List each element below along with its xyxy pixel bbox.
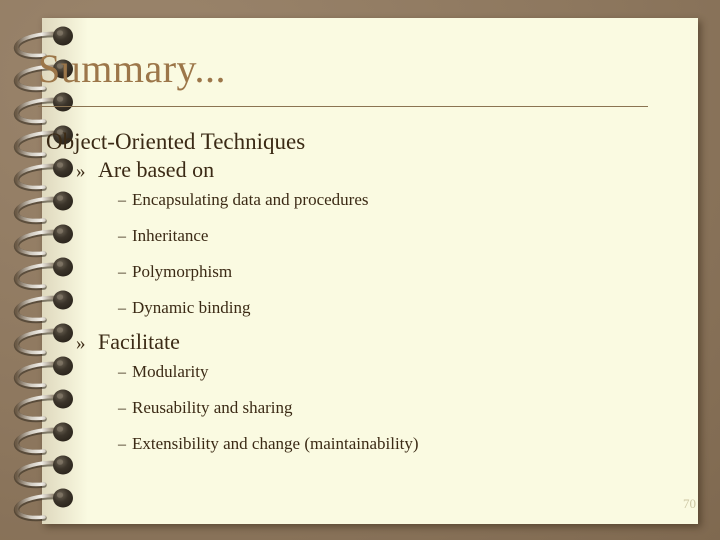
dash-bullet-icon: – <box>118 228 126 245</box>
list-item-text: Dynamic binding <box>132 298 251 317</box>
section-heading-facilitate: » Facilitate <box>46 329 646 354</box>
list-item-text: Modularity <box>132 362 209 381</box>
list-item: – Polymorphism <box>46 263 646 281</box>
section-items-are-based-on: – Encapsulating data and procedures – Inhe… <box>46 191 646 317</box>
list-item-text: Polymorphism <box>132 262 233 281</box>
body-heading: Object-Oriented Techniques <box>46 129 306 154</box>
list-item-text: Inheritance <box>132 226 209 245</box>
list-item-text: Encapsulating data and procedures <box>132 190 369 209</box>
list-item: – Inheritance <box>46 227 646 245</box>
title-divider <box>38 106 648 107</box>
title-block: Summary... <box>38 48 638 90</box>
section-heading-are-based-on: » Are based on <box>46 157 646 182</box>
dash-bullet-icon: – <box>118 264 126 281</box>
list-item: – Modularity <box>46 363 646 381</box>
list-item: – Extensibility and change (maintainabili… <box>46 435 646 453</box>
list-item: – Encapsulating data and procedures <box>46 191 646 209</box>
list-item: – Reusability and sharing <box>46 399 646 417</box>
list-item-text: Reusability and sharing <box>132 398 293 417</box>
dash-bullet-icon: – <box>118 300 126 317</box>
slide-body: Object-Oriented Techniques » Are based on… <box>46 130 646 471</box>
page-number: 70 <box>683 496 696 511</box>
guillemet-bullet-icon: » <box>76 161 86 182</box>
list-item-text: Extensibility and change (maintainabilit… <box>132 434 419 453</box>
presentation-slide: Summary... Object-Oriented Techniques » A… <box>0 0 720 540</box>
guillemet-bullet-icon: » <box>76 333 86 354</box>
dash-bullet-icon: – <box>118 436 126 453</box>
dash-bullet-icon: – <box>118 364 126 381</box>
dash-bullet-icon: – <box>118 400 126 417</box>
slide-title: Summary... <box>38 46 226 91</box>
dash-bullet-icon: – <box>118 192 126 209</box>
list-item: – Dynamic binding <box>46 299 646 317</box>
section-items-facilitate: – Modularity – Reusability and sharing – Ex… <box>46 363 646 453</box>
section-label: Facilitate <box>98 329 180 354</box>
section-label: Are based on <box>98 157 215 182</box>
